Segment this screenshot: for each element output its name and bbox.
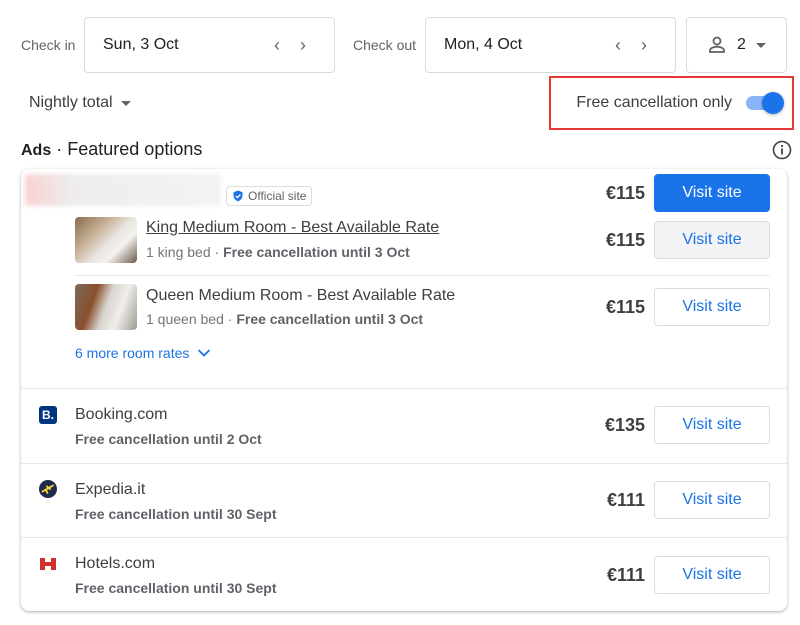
info-icon[interactable] bbox=[772, 140, 792, 160]
provider-price: €111 bbox=[606, 490, 645, 510]
offers-card: Official site €115 Visit site King Mediu… bbox=[21, 169, 787, 611]
expedia-logo-icon bbox=[39, 480, 57, 498]
queen-room-cancellation: Free cancellation until 3 Oct bbox=[236, 311, 424, 327]
chevron-down-icon bbox=[755, 42, 766, 48]
section-divider bbox=[21, 537, 787, 538]
section-heading: Ads · Featured options bbox=[21, 139, 202, 160]
queen-room-details: 1 queen bed · Free cancellation until 3 … bbox=[146, 311, 423, 327]
king-room-thumbnail[interactable] bbox=[75, 217, 137, 263]
guests-count: 2 bbox=[737, 36, 746, 53]
checkin-next-icon[interactable]: › bbox=[290, 32, 316, 58]
checkin-field[interactable]: Sun, 3 Oct ‹ › bbox=[84, 17, 335, 73]
free-cancellation-toggle[interactable] bbox=[744, 91, 784, 115]
queen-room-bed: 1 queen bed bbox=[146, 311, 224, 327]
hotels-logo-icon bbox=[40, 558, 56, 570]
booking-logo-icon: B. bbox=[39, 406, 57, 424]
king-room-details: 1 king bed · Free cancellation until 3 O… bbox=[146, 244, 410, 260]
provider-price: €111 bbox=[606, 565, 645, 585]
free-cancellation-filter[interactable]: Free cancellation only bbox=[549, 76, 794, 130]
queen-room-thumbnail[interactable] bbox=[75, 284, 137, 330]
checkout-prev-icon[interactable]: ‹ bbox=[605, 32, 631, 58]
guests-selector[interactable]: 2 bbox=[686, 17, 787, 73]
checkin-value: Sun, 3 Oct bbox=[103, 36, 179, 53]
checkout-label: Check out bbox=[353, 37, 417, 53]
featured-price: €115 bbox=[605, 183, 645, 203]
queen-room-price: €115 bbox=[605, 297, 645, 317]
hotel-name-blurred bbox=[25, 174, 221, 206]
checkout-next-icon[interactable]: › bbox=[631, 32, 657, 58]
provider-cancellation: Free cancellation until 30 Sept bbox=[75, 580, 277, 596]
ads-label: Ads bbox=[21, 142, 52, 159]
featured-visit-site-button[interactable]: Visit site bbox=[654, 174, 770, 212]
room-divider bbox=[74, 275, 770, 276]
chevron-down-icon bbox=[198, 349, 211, 357]
provider-price: €135 bbox=[604, 415, 645, 435]
expedia-visit-site-button[interactable]: Visit site bbox=[654, 481, 770, 519]
section-title: Featured options bbox=[67, 139, 203, 159]
chevron-down-icon bbox=[120, 100, 131, 106]
king-room-cancellation: Free cancellation until 3 Oct bbox=[223, 244, 410, 260]
separator: · bbox=[210, 244, 224, 260]
king-room-visit-site-button[interactable]: Visit site bbox=[654, 221, 770, 259]
heading-separator: · bbox=[56, 139, 63, 159]
more-room-rates-link[interactable]: 6 more room rates bbox=[75, 345, 211, 361]
provider-cancellation: Free cancellation until 2 Oct bbox=[75, 431, 262, 447]
provider-name[interactable]: Expedia.it bbox=[75, 481, 145, 499]
section-divider bbox=[21, 388, 787, 389]
provider-name[interactable]: Hotels.com bbox=[75, 555, 155, 573]
provider-name[interactable]: Booking.com bbox=[75, 406, 168, 424]
official-site-badge: Official site bbox=[226, 186, 313, 206]
person-icon bbox=[709, 36, 725, 53]
king-room-title[interactable]: King Medium Room - Best Available Rate bbox=[146, 219, 439, 237]
queen-room-visit-site-button[interactable]: Visit site bbox=[654, 288, 770, 326]
king-room-price: €115 bbox=[605, 230, 645, 250]
section-divider bbox=[21, 463, 787, 464]
checkout-field[interactable]: Mon, 4 Oct ‹ › bbox=[425, 17, 676, 73]
free-cancellation-label: Free cancellation only bbox=[576, 94, 732, 111]
queen-room-title[interactable]: Queen Medium Room - Best Available Rate bbox=[146, 287, 455, 305]
price-mode-dropdown[interactable]: Nightly total bbox=[29, 94, 131, 112]
checkin-label: Check in bbox=[21, 37, 76, 53]
hotels-visit-site-button[interactable]: Visit site bbox=[654, 556, 770, 594]
checkin-prev-icon[interactable]: ‹ bbox=[264, 32, 290, 58]
king-room-bed: 1 king bed bbox=[146, 244, 211, 260]
checkout-value: Mon, 4 Oct bbox=[444, 36, 523, 53]
provider-cancellation: Free cancellation until 30 Sept bbox=[75, 506, 277, 522]
verified-shield-icon bbox=[233, 190, 243, 202]
separator: · bbox=[223, 311, 237, 327]
price-mode-label: Nightly total bbox=[29, 94, 113, 111]
official-site-text: Official site bbox=[248, 189, 307, 203]
more-room-rates-text: 6 more room rates bbox=[75, 345, 190, 361]
booking-visit-site-button[interactable]: Visit site bbox=[654, 406, 770, 444]
